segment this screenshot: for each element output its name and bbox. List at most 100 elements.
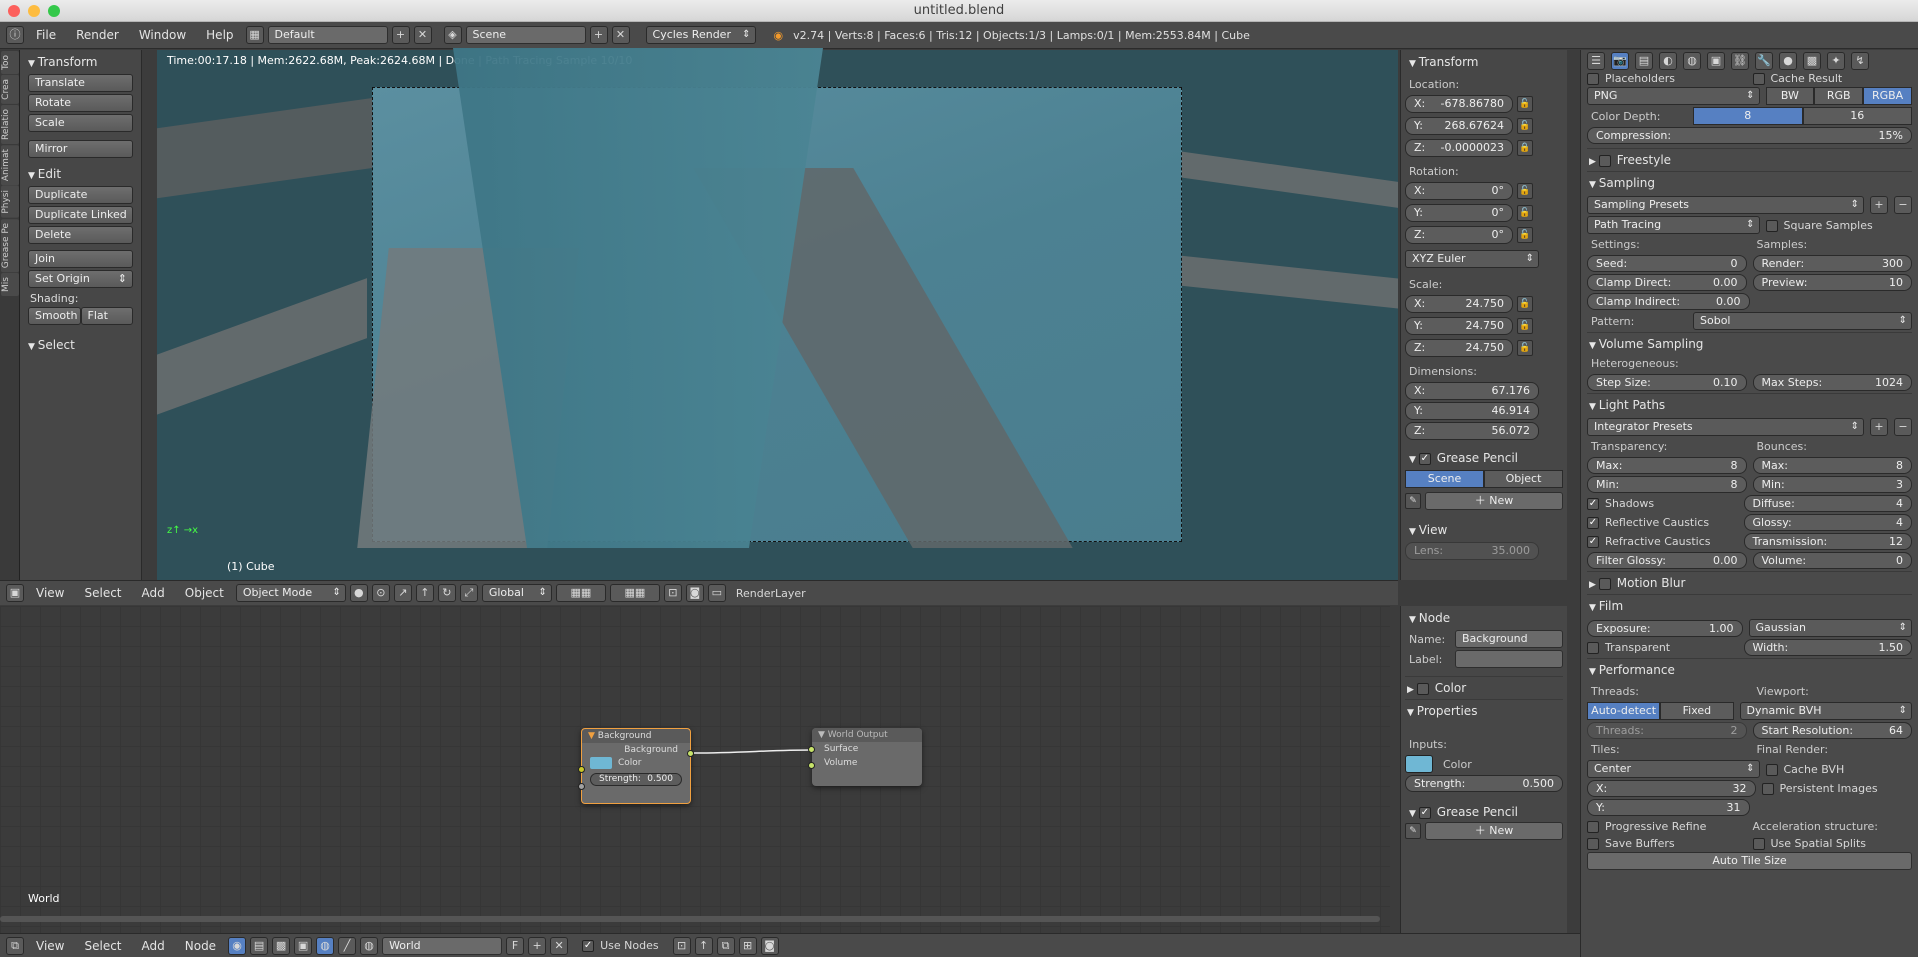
layers-icon[interactable]: ▦▦ [609, 584, 660, 602]
node-editor[interactable]: ▼ Background Background Color Strength: 0… [0, 606, 1390, 933]
render-engine-select[interactable]: Cycles Render [645, 26, 756, 44]
scene-icon[interactable]: ◈ [443, 26, 462, 44]
bounces-max-field[interactable]: Max: 8 [1752, 457, 1912, 474]
bounces-min-field[interactable]: Min: 3 [1752, 476, 1912, 493]
editor-type-icon[interactable]: ▣ [6, 584, 24, 602]
line-style-icon[interactable]: ╱ [338, 936, 357, 955]
glossy-field[interactable]: Glossy: 4 [1743, 514, 1912, 531]
lock-icon[interactable]: 🔓 [1517, 118, 1533, 134]
auto-tile-size-button[interactable]: Auto Tile Size [1587, 852, 1912, 870]
rgba-button[interactable]: RGBA [1863, 87, 1912, 105]
scale-button[interactable]: Scale [28, 114, 133, 132]
menu-node[interactable]: Node [177, 939, 224, 953]
lens-field[interactable]: Lens: 35.000 [1405, 542, 1539, 560]
tile-order-select[interactable]: Center [1587, 760, 1760, 778]
filter-width-field[interactable]: Width: 1.50 [1743, 639, 1912, 656]
color-panel[interactable]: Color [1405, 676, 1563, 699]
translate-button[interactable]: Translate [28, 74, 133, 92]
filter-glossy-field[interactable]: Filter Glossy: 0.00 [1587, 552, 1747, 569]
save-buffers-checkbox[interactable] [1587, 838, 1599, 850]
scale-y-field[interactable]: Y: 24.750 [1405, 317, 1513, 335]
render-icon[interactable]: ◙ [685, 584, 704, 602]
tab-grease-pencil[interactable]: Grease Pe [1, 218, 19, 272]
tab-misc[interactable]: Mis [1, 272, 19, 296]
pattern-select[interactable]: Sobol [1693, 312, 1912, 330]
scene-button[interactable]: Scene [1405, 470, 1484, 488]
menu-window[interactable]: Window [131, 28, 194, 42]
rotation-y-field[interactable]: Y: 0° [1405, 204, 1513, 222]
copy-icon[interactable]: ⧉ [716, 936, 735, 955]
scale-manipulator-icon[interactable]: ⤢ [459, 584, 478, 602]
reflective-caustics-checkbox[interactable]: ✓ [1587, 517, 1599, 529]
new-grease-button[interactable]: ＋ New [1425, 492, 1563, 510]
grease-pencil-checkbox[interactable]: ✓ [1418, 806, 1431, 819]
collapse-icon[interactable]: ▼ [818, 730, 825, 740]
node-name-field[interactable]: Background [1455, 630, 1563, 648]
threads-field[interactable]: Threads: 2 [1587, 722, 1747, 739]
physics-tab-icon[interactable]: ↯ [1851, 52, 1869, 70]
delete-button[interactable]: Delete [28, 226, 133, 244]
lock-icon[interactable]: 🔒 [1517, 140, 1533, 156]
dimensions-x-field[interactable]: X: 67.176 [1405, 382, 1539, 400]
new-grease-button[interactable]: ＋ New [1425, 822, 1563, 840]
edit-panel-header[interactable]: Edit [24, 164, 137, 184]
editor-type-icon[interactable]: ⧉ [6, 936, 24, 955]
depth-16-button[interactable]: 16 [1802, 107, 1912, 125]
particles-tab-icon[interactable]: ✦ [1827, 52, 1845, 70]
add-world-icon[interactable]: + [528, 936, 547, 955]
dimensions-z-field[interactable]: Z: 56.072 [1405, 422, 1539, 440]
shadows-checkbox[interactable]: ✓ [1587, 498, 1599, 510]
transmission-field[interactable]: Transmission: 12 [1743, 533, 1912, 550]
screen-layout-icon[interactable]: ▦ [245, 26, 264, 44]
add-scene-icon[interactable]: + [589, 26, 608, 44]
location-z-field[interactable]: Z: -0.0000023 [1405, 139, 1513, 157]
clamp-direct-field[interactable]: Clamp Direct: 0.00 [1587, 274, 1747, 291]
menu-select[interactable]: Select [76, 939, 129, 953]
exposure-field[interactable]: Exposure: 1.00 [1587, 619, 1743, 637]
freestyle-checkbox[interactable] [1598, 154, 1611, 167]
rotate-button[interactable]: Rotate [28, 94, 133, 112]
rotation-mode-select[interactable]: XYZ Euler [1405, 250, 1539, 268]
grease-pencil-checkbox[interactable]: ✓ [1418, 452, 1431, 465]
close-window-button[interactable] [8, 5, 20, 17]
fixed-button[interactable]: Fixed [1660, 702, 1734, 720]
world-tab-icon[interactable]: ◍ [1683, 52, 1701, 70]
maximize-window-button[interactable] [48, 5, 60, 17]
surface-socket[interactable] [808, 746, 815, 753]
seed-field[interactable]: Seed: 0 [1587, 255, 1747, 272]
film-panel[interactable]: Film [1587, 594, 1912, 617]
select-panel-header[interactable]: Select [24, 335, 137, 355]
bvh-select[interactable]: Dynamic BVH [1739, 702, 1912, 720]
scale-x-field[interactable]: X: 24.750 [1405, 295, 1513, 313]
world-browse-icon[interactable]: ◍ [360, 936, 379, 955]
refractive-caustics-checkbox[interactable]: ✓ [1587, 536, 1599, 548]
world-icon[interactable]: ◍ [316, 936, 335, 955]
compositor-icon[interactable]: ▤ [250, 936, 269, 955]
transparency-max-field[interactable]: Max: 8 [1587, 457, 1747, 474]
rotation-z-field[interactable]: Z: 0° [1405, 226, 1513, 244]
sampling-presets-select[interactable]: Sampling Presets [1587, 196, 1864, 214]
scale-z-field[interactable]: Z: 24.750 [1405, 339, 1513, 357]
lock-icon[interactable]: 🔓 [1517, 296, 1533, 312]
cache-result-checkbox[interactable] [1752, 73, 1765, 85]
sampling-panel[interactable]: Sampling [1587, 171, 1912, 194]
rgb-button[interactable]: RGB [1814, 87, 1864, 105]
object-tab-icon[interactable]: ▣ [1707, 52, 1725, 70]
volume-bounces-field[interactable]: Volume: 0 [1752, 552, 1912, 569]
world-output-header[interactable]: ▼ World Output [812, 728, 922, 742]
lock-icon[interactable]: 🔓 [1517, 96, 1533, 112]
light-paths-panel[interactable]: Light Paths [1587, 393, 1912, 416]
tile-y-field[interactable]: Y: 31 [1587, 799, 1750, 816]
preview-samples-field[interactable]: Preview: 10 [1752, 274, 1912, 291]
duplicate-button[interactable]: Duplicate [28, 186, 133, 204]
editor-type-icon[interactable]: ☰ [1587, 52, 1605, 70]
compression-slider[interactable]: Compression: 15% [1587, 127, 1912, 144]
menu-view[interactable]: View [28, 939, 72, 953]
viewport-shading-icon[interactable]: ● [349, 584, 368, 602]
render-tab-icon[interactable]: 📷 [1611, 52, 1629, 70]
grease-pencil-header[interactable]: ✓ Grease Pencil [1405, 448, 1563, 468]
render-icon[interactable]: ◙ [760, 936, 779, 955]
motion-blur-panel[interactable]: Motion Blur [1587, 571, 1912, 594]
location-x-field[interactable]: X: -678.86780 [1405, 95, 1513, 113]
clamp-indirect-field[interactable]: Clamp Indirect: 0.00 [1587, 293, 1750, 310]
